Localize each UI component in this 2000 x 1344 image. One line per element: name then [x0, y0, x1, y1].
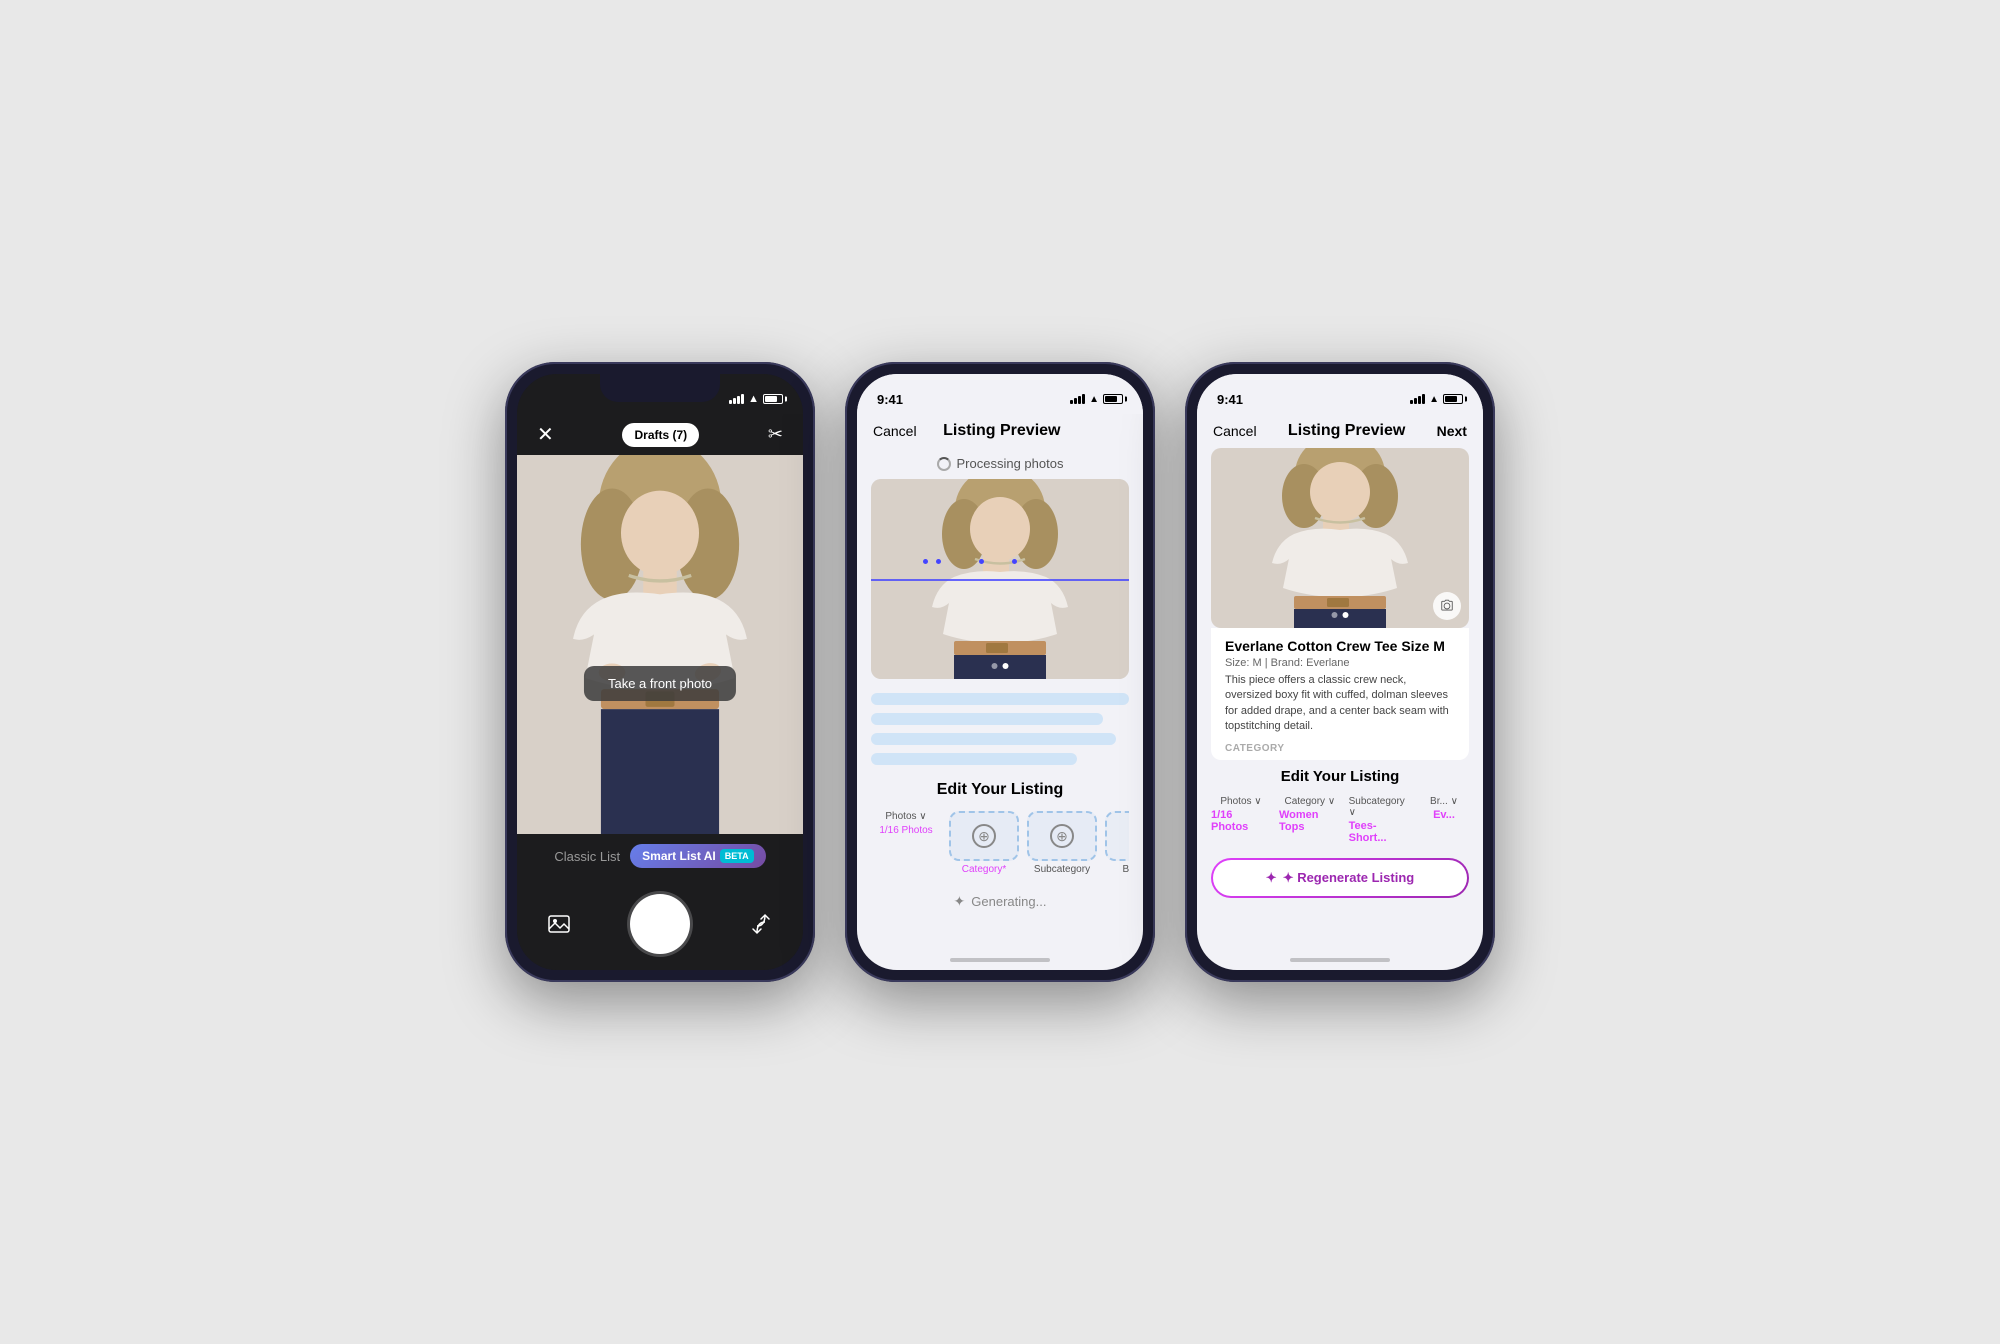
cancel-button-3[interactable]: Cancel [1213, 423, 1257, 439]
category-add-icon: ⊕ [972, 824, 996, 848]
scissors-button[interactable]: ✂ [768, 424, 783, 445]
listing-description: This piece offers a classic crew neck, o… [1225, 673, 1455, 735]
wifi-icon-3: ▲ [1429, 394, 1439, 405]
generating-text: Generating... [971, 894, 1046, 909]
camera-bottom-bar [517, 878, 803, 970]
drafts-badge[interactable]: Drafts (7) [622, 423, 699, 447]
category-tab-result[interactable]: Category ∨ Women Tops [1279, 796, 1341, 844]
edit-listing-title-3: Edit Your Listing [1281, 768, 1400, 785]
generating-indicator: ✦ Generating... [871, 893, 1129, 910]
phone1: 9:41 ▲ [505, 362, 815, 982]
result-listing-tabs: Photos ∨ 1/16 Photos Category ∨ Women To… [1197, 790, 1483, 850]
home-indicator-2 [950, 958, 1050, 962]
phone3-nav-bar: Cancel Listing Preview Next [1197, 414, 1483, 448]
phone3-screen: 9:41 ▲ [1197, 374, 1483, 970]
brand-tab[interactable]: B... [1105, 811, 1129, 875]
image-carousel-dots [992, 663, 1009, 669]
processing-indicator: Processing photos [857, 448, 1143, 479]
scan-dots [923, 559, 1017, 564]
wifi-icon-2: ▲ [1089, 394, 1099, 405]
processing-spinner-icon [937, 457, 951, 471]
phone2-nav-bar: Cancel Listing Preview [857, 414, 1143, 448]
edit-listing-section-2: Edit Your Listing Photos ∨ 1/16 Photos ⊕ [857, 773, 1143, 885]
beta-badge: BETA [720, 849, 754, 863]
status-icons-3: ▲ [1410, 394, 1463, 405]
listing-info-panel: Everlane Cotton Crew Tee Size M Size: M … [1211, 628, 1469, 760]
listing-preview-title-3: Listing Preview [1288, 422, 1405, 440]
category-section-label: CATEGORY [1225, 743, 1455, 754]
category-tab[interactable]: ⊕ Category* [949, 811, 1019, 875]
result-carousel-dots [1332, 612, 1349, 618]
subcategory-add-icon: ⊕ [1050, 824, 1074, 848]
next-button[interactable]: Next [1437, 423, 1467, 439]
phone1-screen: 9:41 ▲ [517, 374, 803, 970]
status-icons: ▲ [729, 393, 783, 405]
take-photo-prompt: Take a front photo [584, 666, 736, 701]
time-display-3: 9:41 [1217, 392, 1243, 407]
classic-list-mode[interactable]: Classic List [554, 849, 620, 864]
signal-bars-icon-3 [1410, 394, 1425, 404]
home-indicator-3 [1290, 958, 1390, 962]
photos-tab-result[interactable]: Photos ∨ 1/16 Photos [1211, 796, 1271, 844]
gallery-button[interactable] [545, 910, 573, 938]
close-button[interactable]: ✕ [537, 422, 554, 447]
loading-content-area [857, 679, 1143, 773]
flip-camera-icon [749, 912, 773, 936]
phone3: 9:41 ▲ [1185, 362, 1495, 982]
battery-icon [763, 394, 783, 404]
time-display: 9:41 [877, 392, 903, 407]
signal-bars-icon [729, 394, 744, 404]
edit-photo-button[interactable] [1433, 592, 1461, 620]
gallery-icon [547, 912, 571, 936]
sparkle-icon: ✦ [954, 893, 966, 910]
loading-line-1 [871, 693, 1129, 705]
phone2: 9:41 ▲ [845, 362, 1155, 982]
brand-tab-result[interactable]: Br... ∨ Ev... [1419, 796, 1469, 844]
wifi-icon: ▲ [748, 393, 759, 405]
signal-bars-icon-2 [1070, 394, 1085, 404]
edit-listing-header-3: Edit Your Listing [1197, 760, 1483, 790]
phone3-notch [1280, 374, 1400, 402]
camera-edit-icon [1440, 599, 1454, 613]
listing-image-processing [871, 479, 1129, 679]
camera-mode-bar: Classic List Smart List AI BETA [517, 834, 803, 878]
phones-container: 9:41 ▲ [505, 362, 1495, 982]
subcategory-tab[interactable]: ⊕ Subcategory [1027, 811, 1097, 875]
processing-text: Processing photos [957, 456, 1064, 471]
result-photo [1211, 448, 1469, 628]
photos-tab[interactable]: Photos ∨ 1/16 Photos [871, 811, 941, 875]
model-photo [517, 455, 803, 834]
scan-line [871, 579, 1129, 581]
phone2-notch [940, 374, 1060, 402]
loading-line-3 [871, 733, 1116, 745]
phone2-screen: 9:41 ▲ [857, 374, 1143, 970]
loading-line-2 [871, 713, 1103, 725]
smart-list-mode[interactable]: Smart List AI BETA [630, 844, 765, 868]
status-icons-2: ▲ [1070, 394, 1123, 405]
regenerate-listing-button[interactable]: ✦ ✦ Regenerate Listing [1211, 858, 1469, 898]
phone1-notch [600, 374, 720, 402]
camera-viewfinder: Take a front photo [517, 455, 803, 834]
battery-icon-3 [1443, 394, 1463, 404]
flip-camera-button[interactable] [747, 910, 775, 938]
regenerate-label: ✦ Regenerate Listing [1283, 870, 1415, 886]
loading-line-4 [871, 753, 1077, 765]
listing-preview-title-2: Listing Preview [943, 422, 1060, 440]
edit-listing-title-2: Edit Your Listing [871, 781, 1129, 799]
listing-title: Everlane Cotton Crew Tee Size M [1225, 638, 1455, 654]
shutter-button[interactable] [630, 894, 690, 954]
cancel-button-2[interactable]: Cancel [873, 423, 917, 439]
result-listing-image [1211, 448, 1469, 628]
regenerate-sparkle-icon: ✦ [1266, 870, 1277, 886]
listing-tabs-2: Photos ∨ 1/16 Photos ⊕ Category* [871, 811, 1129, 879]
battery-icon-2 [1103, 394, 1123, 404]
subcategory-tab-result[interactable]: Subcategory ∨ Tees- Short... [1349, 796, 1411, 844]
listing-meta: Size: M | Brand: Everlane [1225, 657, 1455, 669]
camera-top-bar: ✕ Drafts (7) ✂ [517, 414, 803, 455]
